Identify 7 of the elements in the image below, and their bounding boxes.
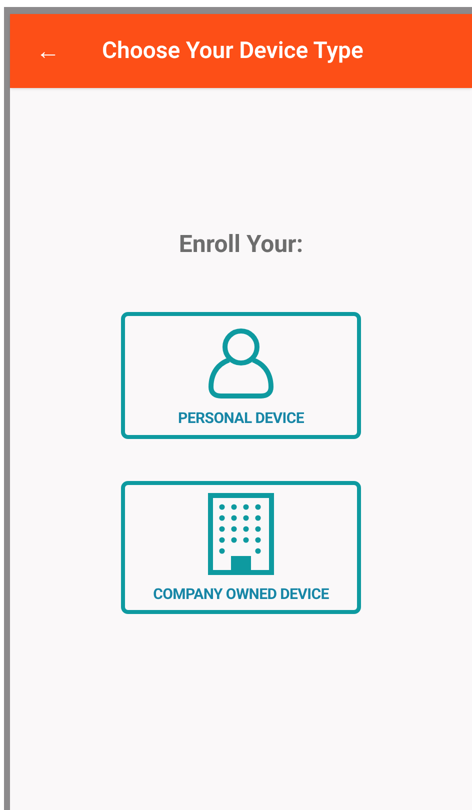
app-bar-title: Choose Your Device Type [102,36,364,66]
building-icon [208,493,274,576]
device-type-button[interactable]: PERSONAL DEVICE [121,312,361,439]
device-type-button[interactable]: COMPANY OWNED DEVICE [121,481,361,614]
back-button[interactable]: ← [36,39,60,63]
enroll-heading: Enroll Your: [178,229,304,260]
person-icon [207,327,275,400]
